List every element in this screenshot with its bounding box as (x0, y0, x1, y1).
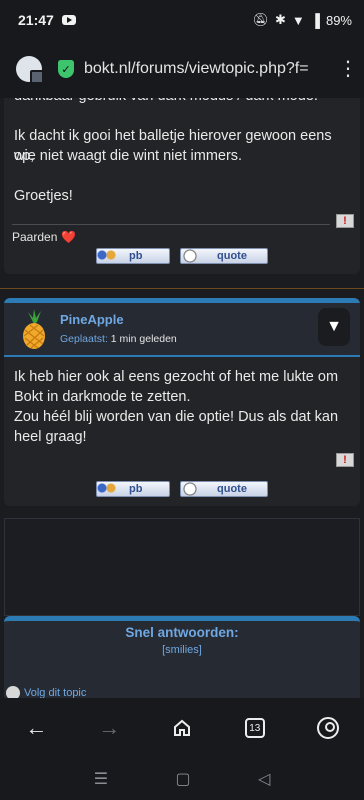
quote-button[interactable]: quote (180, 248, 268, 264)
post-line: dankbaar gebruik van dark modus / dark m… (14, 98, 350, 106)
forum-post: PineApple Geplaatst: 1 min geleden ▼ Ik … (4, 298, 360, 506)
speech-bubble-icon (181, 482, 203, 496)
ad-placeholder (4, 518, 360, 616)
home-circle-icon[interactable]: ▢ (175, 769, 190, 789)
back-triangle-icon[interactable]: ◁ (258, 769, 270, 789)
bluetooth-icon: ✱ (274, 12, 286, 27)
smilies-link[interactable]: [smilies] (4, 644, 360, 656)
quote-button[interactable]: quote (180, 481, 268, 497)
home-button[interactable] (164, 710, 200, 746)
quote-label: quote (217, 483, 247, 495)
post-line (14, 166, 350, 186)
follow-topic-label: Volg dit topic (24, 687, 87, 698)
wifi-icon: ▼ (291, 12, 305, 28)
report-post-icon[interactable]: ! (336, 453, 354, 467)
site-settings-icon[interactable] (16, 56, 44, 84)
speech-bubble-icon (181, 249, 203, 263)
browser-menu-icon[interactable]: ⋮ (338, 59, 358, 79)
chevron-down-icon: ▼ (326, 318, 342, 335)
post-actions: pb quote (4, 481, 360, 497)
post-author[interactable]: PineApple (60, 312, 124, 327)
post-header: PineApple Geplaatst: 1 min geleden ▼ (4, 303, 360, 357)
battery-level: 89% (325, 12, 352, 28)
post-actions: pb quote (4, 248, 360, 264)
bell-icon (6, 686, 20, 698)
posted-time: 1 min geleden (110, 333, 177, 345)
post-line: Zou héél blij worden van die optie! Dus … (14, 409, 339, 425)
browser-url-bar: ✓ bokt.nl/forums/viewtopic.php?f= ⋮ (0, 40, 364, 98)
signature-text: Paarden (12, 230, 58, 244)
url-field[interactable]: bokt.nl/forums/viewtopic.php?f= (84, 60, 332, 78)
post-line (14, 106, 350, 126)
signature: Paarden ❤️ (4, 225, 360, 249)
tabs-button[interactable]: 13 (237, 710, 273, 746)
post-line: Groetjes! (14, 188, 73, 204)
users-icon (97, 249, 119, 263)
profile-icon (316, 717, 339, 739)
heart-icon: ❤️ (61, 230, 77, 244)
profile-button[interactable] (310, 710, 346, 746)
post-line: heel graag! (14, 429, 87, 445)
quote-label: quote (217, 250, 247, 262)
post-separator (0, 288, 364, 289)
arrow-right-icon: → (98, 715, 121, 740)
secure-shield-icon[interactable]: ✓ (58, 60, 74, 78)
users-icon (97, 482, 119, 496)
post-line: Bokt in darkmode te zetten. (14, 389, 191, 405)
post-line: wie niet waagt die wint niet immers. (14, 148, 243, 164)
pineapple-avatar-icon[interactable] (16, 308, 52, 350)
forum-post: dankbaar gebruik van dark modus / dark m… (4, 98, 360, 274)
status-time: 21:47 (18, 12, 54, 28)
report-post-icon[interactable]: ! (336, 214, 354, 228)
browser-toolbar: ← → 13 (0, 698, 364, 758)
post-menu-button[interactable]: ▼ (318, 308, 350, 346)
pb-button[interactable]: pb (96, 248, 170, 264)
youtube-icon (61, 15, 76, 25)
forward-button[interactable]: → (91, 710, 127, 746)
system-navigation: ☰ ▢ ◁ (0, 758, 364, 800)
post-body: Ik heb hier ook al eens gezocht of het m… (4, 357, 360, 447)
signal-icon: ▐ (310, 12, 320, 28)
tabs-icon: 13 (244, 718, 265, 738)
status-bar: 21:47 🔕︎ ✱ ▼ ▐ 89% (0, 0, 364, 40)
posted-label: Geplaatst: (60, 333, 108, 345)
arrow-left-icon: ← (25, 715, 48, 740)
post-body: dankbaar gebruik van dark modus / dark m… (4, 98, 360, 206)
pb-button[interactable]: pb (96, 481, 170, 497)
post-line: Ik dacht ik gooi het balletje hierover g… (14, 128, 332, 164)
status-icons: 🔕︎ ✱ ▼ ▐ 89% (252, 12, 352, 28)
pb-label: pb (129, 250, 143, 262)
recents-icon[interactable]: ☰ (94, 769, 108, 789)
home-icon (173, 719, 190, 736)
page-content: dankbaar gebruik van dark modus / dark m… (0, 98, 364, 698)
pb-label: pb (129, 483, 143, 495)
follow-topic-link[interactable]: Volg dit topic (6, 686, 86, 698)
mute-icon: 🔕︎ (252, 12, 269, 27)
post-timestamp: Geplaatst: 1 min geleden (60, 333, 177, 345)
post-line: Ik heb hier ook al eens gezocht of het m… (14, 369, 339, 385)
quick-reply-title: Snel antwoorden: (125, 625, 239, 640)
back-button[interactable]: ← (18, 710, 54, 746)
